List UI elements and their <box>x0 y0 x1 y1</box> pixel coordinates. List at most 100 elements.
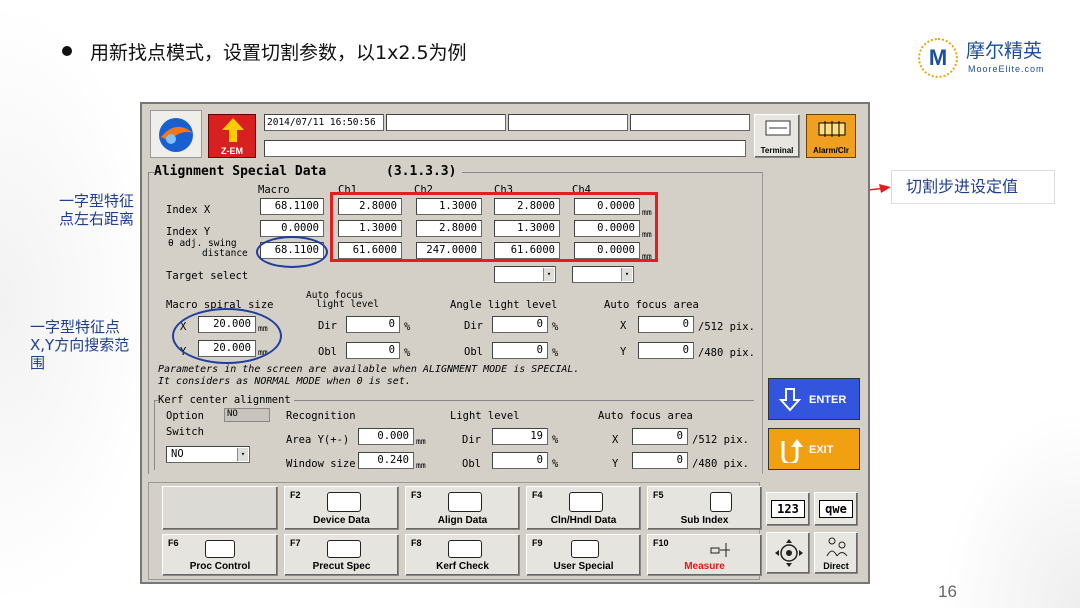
angle-light-label: Angle light level <box>450 299 558 311</box>
fkey-kerf-check[interactable]: F8 Kerf Check <box>405 534 520 576</box>
kerf-dir-label: Dir <box>462 434 481 446</box>
kerf-afa-y-field[interactable]: 0 <box>632 452 688 469</box>
kerf-afa-x-label: X <box>612 434 619 446</box>
afa-x-field[interactable]: 0 <box>638 316 694 333</box>
af-obl-field[interactable]: 0 <box>346 342 400 359</box>
af-obl-unit: % <box>404 347 411 359</box>
target-select-dropdown-1[interactable]: ▾ <box>494 266 556 283</box>
status-field <box>386 114 506 131</box>
alarm-icon <box>818 121 846 137</box>
keyboard-numeric-button[interactable]: 123 <box>766 492 810 526</box>
kerf-dir-field[interactable]: 19 <box>492 428 548 445</box>
fkey-label: Device Data <box>313 515 370 526</box>
fkey-user-special[interactable]: F9 User Special <box>526 534 641 576</box>
annotation-line: 一字型特征点 <box>30 318 121 336</box>
kerf-obl-label: Obl <box>462 458 481 470</box>
chevron-down-icon: ▾ <box>237 448 248 461</box>
kerf-window-field[interactable]: 0.240 <box>358 452 414 469</box>
zem-button[interactable]: Z-EM <box>208 114 256 158</box>
fkey-label: Align Data <box>437 515 488 526</box>
arrow-up-icon <box>222 118 244 142</box>
slide-background-right <box>940 408 1080 608</box>
alpha-keyboard-icon: qwe <box>819 500 853 518</box>
kerf-light-label: Light level <box>450 410 520 422</box>
precut-spec-icon <box>327 540 361 558</box>
fkey-number: F2 <box>290 490 301 500</box>
kerf-window-unit: mm <box>416 461 426 470</box>
direct-icon <box>826 537 848 557</box>
annotation-line: 点左右距离 <box>58 210 134 228</box>
bullet-dot <box>62 46 72 56</box>
afa-x-unit: /512 pix. <box>698 321 755 333</box>
index-y-macro-field[interactable]: 0.0000 <box>260 220 324 237</box>
fkey-align-data[interactable]: F3 Align Data <box>405 486 520 530</box>
exit-button[interactable]: EXIT <box>768 428 860 470</box>
fkey-measure[interactable]: F10 Measure <box>647 534 762 576</box>
logo-mark: M <box>918 38 958 78</box>
annotation-line: X,Y方向搜索范 <box>30 336 130 354</box>
align-data-icon <box>448 492 482 512</box>
kerf-window-label: Window size <box>286 458 356 470</box>
target-select-dropdown-2[interactable]: ▾ <box>572 266 634 283</box>
fkey-number: F10 <box>653 538 669 548</box>
direct-button[interactable]: Direct <box>814 532 858 574</box>
note-line-2: It considers as NORMAL MODE when 0 is se… <box>158 376 411 387</box>
fkey-number: F9 <box>532 538 543 548</box>
af-dir-label: Dir <box>318 320 337 332</box>
kerf-afa-label: Auto focus area <box>598 410 693 422</box>
datetime-display: 2014/07/11 16:50:56 <box>264 114 384 131</box>
angle-dir-unit: % <box>552 321 559 333</box>
chevron-down-icon: ▾ <box>543 268 554 281</box>
proc-control-icon <box>205 540 235 558</box>
kerf-area-label: Area Y(+-) <box>286 434 350 446</box>
fkey-precut-spec[interactable]: F7 Precut Spec <box>284 534 399 576</box>
afa-y-field[interactable]: 0 <box>638 342 694 359</box>
terminal-label: Terminal <box>760 146 794 155</box>
angle-obl-unit: % <box>552 347 559 359</box>
kerf-area-field[interactable]: 0.000 <box>358 428 414 445</box>
enter-button[interactable]: ENTER <box>768 378 860 420</box>
kerf-title: Kerf center alignment <box>158 394 294 406</box>
afa-y-unit: /480 pix. <box>698 347 755 359</box>
angle-dir-field[interactable]: 0 <box>492 316 548 333</box>
kerf-obl-field[interactable]: 0 <box>492 452 548 469</box>
fkey-label: Proc Control <box>189 561 251 572</box>
fkey-number: F4 <box>532 490 543 500</box>
annotation-line: 一字型特征 <box>58 192 134 210</box>
auto-focus-area-label: Auto focus area <box>604 299 699 311</box>
kerf-option-label: Option <box>166 410 204 422</box>
index-x-macro-field[interactable]: 68.1100 <box>260 198 324 215</box>
kerf-afa-x-unit: /512 pix. <box>692 434 749 446</box>
note-line-1: Parameters in the screen are available w… <box>158 364 580 375</box>
joystick-button[interactable] <box>766 532 810 574</box>
alarm-clear-button[interactable]: Alarm/Clr <box>806 114 856 158</box>
user-special-icon <box>571 540 599 558</box>
terminal-button[interactable]: Terminal <box>754 114 800 158</box>
angle-obl-label: Obl <box>464 346 483 358</box>
enter-icon <box>779 388 801 412</box>
kerf-afa-x-field[interactable]: 0 <box>632 428 688 445</box>
logo-name-en: MooreElite.com <box>968 64 1045 74</box>
kerf-switch-value: NO <box>171 448 184 460</box>
page-number: 16 <box>938 582 957 601</box>
cleaning-handling-icon <box>569 492 603 512</box>
fkey-cln-hndl-data[interactable]: F4 Cln/Hndl Data <box>526 486 641 530</box>
fkey-blank <box>162 486 278 530</box>
af-dir-field[interactable]: 0 <box>346 316 400 333</box>
keyboard-alpha-button[interactable]: qwe <box>814 492 858 526</box>
fkey-sub-index[interactable]: F5 Sub Index <box>647 486 762 530</box>
af-dir-unit: % <box>404 321 411 333</box>
af-obl-label: Obl <box>318 346 337 358</box>
swing-distance-highlight <box>256 236 328 268</box>
fkey-proc-control[interactable]: F6 Proc Control <box>162 534 278 576</box>
angle-obl-field[interactable]: 0 <box>492 342 548 359</box>
exit-icon <box>781 439 803 463</box>
terminal-icon <box>765 120 791 136</box>
joystick-icon <box>775 539 803 567</box>
theta-label-2: distance <box>202 248 248 259</box>
measure-icon <box>710 543 730 557</box>
direct-label: Direct <box>823 561 849 571</box>
fkey-label: Cln/Hndl Data <box>550 515 617 526</box>
fkey-device-data[interactable]: F2 Device Data <box>284 486 399 530</box>
kerf-switch-dropdown[interactable]: NO ▾ <box>166 446 250 463</box>
